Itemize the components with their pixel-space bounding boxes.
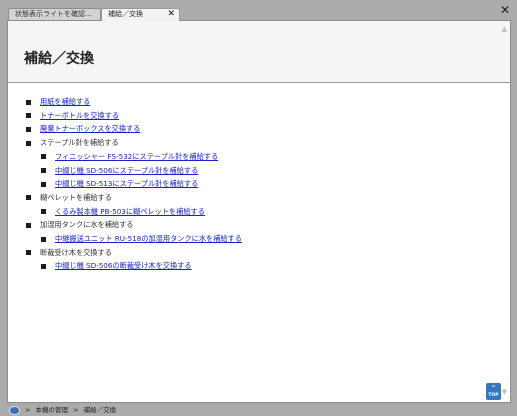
list-item: 断裁受け木を交換する — [26, 246, 486, 260]
scroll-down-icon[interactable]: ▼ — [502, 388, 507, 396]
link-staples-fs532[interactable]: フィニッシャー FS-532にステープル針を補給する — [55, 152, 218, 161]
list-item: トナーボトルを交換する — [26, 109, 486, 123]
section-staples: ステープル針を補給する — [40, 138, 119, 148]
content-panel: 補給／交換 ▲ ▼ 用紙を補給する トナーボトルを交換する 廃棄トナーボックスを… — [7, 20, 511, 403]
list-item: フィニッシャー FS-532にステープル針を補給する — [26, 150, 486, 164]
link-water-ru518[interactable]: 中継搬送ユニット RU-518の加湿用タンクに水を補給する — [55, 234, 242, 243]
arrow-up-icon: ⌃ — [490, 384, 497, 393]
list-item: 糊ペレットを補給する — [26, 191, 486, 205]
breadcrumb-separator: > — [25, 406, 31, 414]
list-item: ステープル針を補給する — [26, 136, 486, 150]
breadcrumb-separator: > — [73, 406, 79, 414]
breadcrumb: > 本機の管理 > 補給／交換 — [25, 405, 119, 415]
section-humidifier-tank: 加湿用タンクに水を補給する — [40, 220, 134, 230]
breadcrumb-item[interactable]: 本機の管理 — [36, 406, 69, 414]
tab-label: 補給／交換 — [108, 10, 143, 18]
tab-label: 状態表示ライトを確認… — [15, 10, 92, 18]
link-toner-bottle[interactable]: トナーボトルを交換する — [40, 111, 119, 120]
list-item: 加湿用タンクに水を補給する — [26, 218, 486, 232]
list-item: 中綴じ機 SD-506にステープル針を補給する — [26, 164, 486, 178]
status-bar: > 本機の管理 > 補給／交換 — [0, 404, 517, 416]
list-item: 中綴じ機 SD-513にステープル針を補給する — [26, 177, 486, 191]
section-glue-pellets: 糊ペレットを補給する — [40, 192, 112, 202]
scroll-up-icon[interactable]: ▲ — [502, 25, 507, 33]
window-close-icon[interactable]: ✕ — [500, 4, 510, 16]
tab-close-icon[interactable]: ✕ — [167, 9, 175, 20]
list-item: 中継搬送ユニット RU-518の加湿用タンクに水を補給する — [26, 232, 486, 246]
back-to-top-button[interactable]: ⌃ TOP — [486, 383, 501, 400]
breadcrumb-item: 補給／交換 — [83, 406, 117, 414]
list-item: 廃棄トナーボックスを交換する — [26, 122, 486, 136]
list-item: 中綴じ機 SD-506の断裁受け木を交換する — [26, 259, 486, 273]
list-item: 用紙を補給する — [26, 95, 486, 109]
link-staples-sd506[interactable]: 中綴じ機 SD-506にステープル針を補給する — [55, 166, 198, 175]
home-icon[interactable] — [9, 406, 20, 415]
link-trimmer-sd506[interactable]: 中綴じ機 SD-506の断裁受け木を交換する — [55, 261, 192, 270]
link-waste-toner-box[interactable]: 廃棄トナーボックスを交換する — [40, 124, 140, 133]
page-header: 補給／交換 — [8, 21, 510, 83]
link-glue-pb503[interactable]: くるみ製本機 PB-503に糊ペレットを補給する — [55, 207, 205, 216]
tab-supplies-replacement[interactable]: 補給／交換 ✕ — [101, 8, 180, 21]
tab-status-lights[interactable]: 状態表示ライトを確認… — [8, 8, 101, 20]
tab-bar: 状態表示ライトを確認… 補給／交換 ✕ ✕ — [0, 0, 517, 21]
topic-list: 用紙を補給する トナーボトルを交換する 廃棄トナーボックスを交換する ステープル… — [26, 95, 486, 273]
top-label: TOP — [488, 393, 499, 398]
list-item: くるみ製本機 PB-503に糊ペレットを補給する — [26, 205, 486, 219]
link-staples-sd513[interactable]: 中綴じ機 SD-513にステープル針を補給する — [55, 179, 198, 188]
link-paper[interactable]: 用紙を補給する — [40, 97, 90, 106]
section-trimmer-board: 断裁受け木を交換する — [40, 247, 112, 257]
page-title: 補給／交換 — [24, 51, 94, 67]
